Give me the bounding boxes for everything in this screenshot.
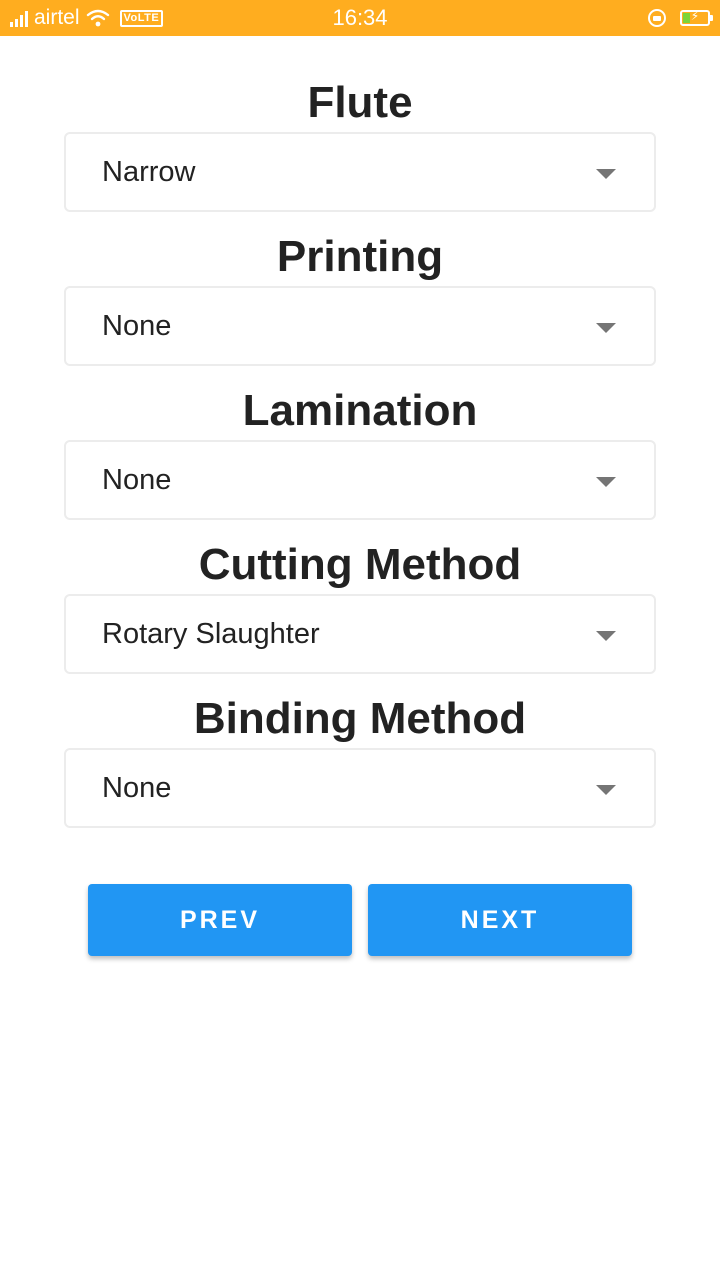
rotation-lock-icon [648,9,666,27]
flute-dropdown[interactable]: Narrow [64,132,656,212]
binding-method-label: Binding Method [193,694,527,743]
lamination-dropdown[interactable]: None [64,440,656,520]
printing-label: Printing [276,232,444,281]
cutting-method-selected-value: Rotary Slaughter [102,618,320,650]
printing-dropdown[interactable]: None [64,286,656,366]
prev-button[interactable]: PREV [88,884,352,956]
dropdown-arrow-icon [596,169,616,179]
flute-label: Flute [307,78,413,127]
status-time: 16:34 [332,5,388,30]
dropdown-arrow-icon [596,323,616,333]
status-right: ⚡ [648,0,713,36]
options-form: Flute Narrow Printing None Lamination No… [64,74,656,844]
battery-charging-icon: ⚡ [680,9,713,26]
status-bar: airtel VoLTE 16:34 ⚡ [0,0,720,36]
dropdown-arrow-icon [596,477,616,487]
navigation-buttons: PREV NEXT [88,884,632,956]
lamination-selected-value: None [102,464,172,496]
next-button[interactable]: NEXT [368,884,632,956]
charging-bolt-icon: ⚡ [690,9,700,23]
dropdown-arrow-icon [596,785,616,795]
lamination-label: Lamination [242,386,478,435]
binding-method-selected-value: None [102,772,172,804]
dropdown-arrow-icon [596,631,616,641]
cutting-method-dropdown[interactable]: Rotary Slaughter [64,594,656,674]
printing-selected-value: None [102,310,172,342]
cutting-method-label: Cutting Method [198,540,522,589]
binding-method-dropdown[interactable]: None [64,748,656,828]
flute-selected-value: Narrow [102,156,196,188]
